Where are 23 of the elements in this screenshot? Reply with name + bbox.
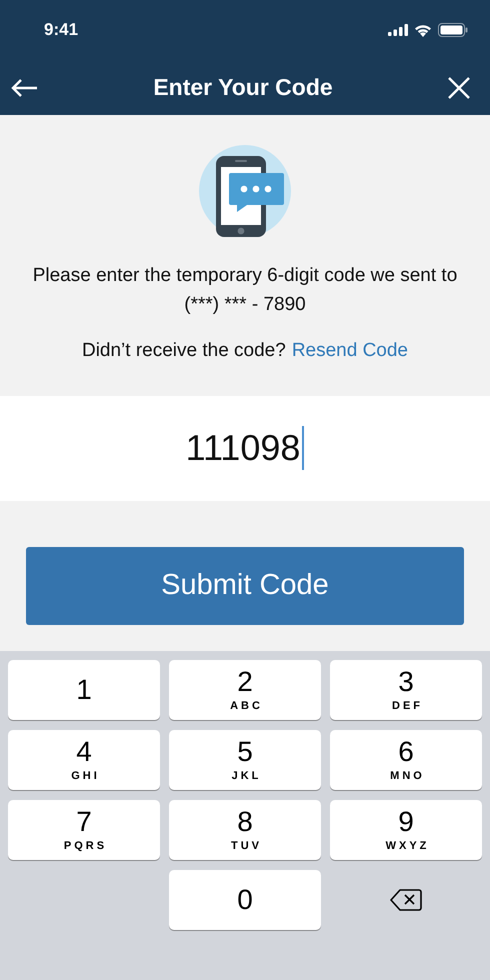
keypad-key[interactable]: 1 [8, 660, 160, 720]
close-button[interactable] [448, 76, 470, 98]
instruction-text: Please enter the temporary 6-digit code we sent to (***) *** - 7890 [32, 264, 458, 317]
resend-code-link[interactable]: Resend Code [292, 337, 408, 366]
resend-prompt: Didn’t receive the code? [82, 339, 286, 363]
keypad-key[interactable]: 8 TUV [169, 800, 321, 860]
submit-code-button[interactable]: Submit Code [26, 546, 464, 624]
keypad-key[interactable]: 6 MNO [330, 730, 482, 790]
keypad-key[interactable]: 5 JKL [169, 730, 321, 790]
backspace-icon [390, 888, 422, 912]
signal-icon [388, 24, 408, 36]
code-field[interactable]: 111098 [0, 396, 490, 500]
phone-message-icon [199, 145, 291, 237]
keypad-key[interactable]: 4 GHI [8, 730, 160, 790]
status-time: 9:41 [44, 19, 78, 42]
keypad-key[interactable]: 2 ABC [169, 660, 321, 720]
keypad-key[interactable]: 0 [169, 870, 321, 930]
keypad-key[interactable]: 9 WXYZ [330, 800, 482, 860]
battery-icon [438, 23, 468, 37]
keypad-key[interactable]: 3 DEF [330, 660, 482, 720]
keypad-key[interactable]: 7 PQRS [8, 800, 160, 860]
wifi-icon [414, 24, 432, 36]
screen-title: Enter Your Code [153, 73, 333, 102]
